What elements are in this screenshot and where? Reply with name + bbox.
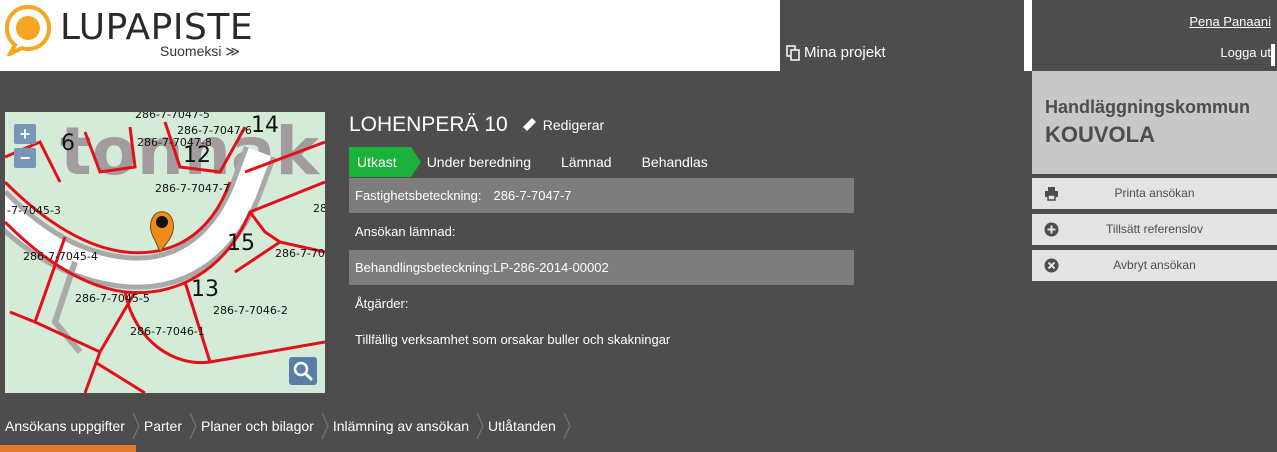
tab-statements[interactable]: Utlåtanden (483, 409, 571, 443)
chevron-right-icon (563, 412, 571, 440)
handling-id-value: LP-286-2014-00002 (493, 260, 609, 275)
svg-text:15: 15 (227, 231, 255, 256)
edit-label: Redigerar (542, 117, 605, 133)
header-projects: Mina projekt (780, 0, 1024, 71)
step-submitted: Lämnad (560, 154, 612, 170)
status-steps: Utkast Under beredning Lämnad Behandlas (349, 147, 722, 177)
municipality-name: KOUVOLA (1045, 122, 1155, 147)
action-description: Tillfällig verksamhet som orsakar buller… (355, 332, 671, 347)
svg-text:286-7-7046-2: 286-7-7046-2 (213, 304, 288, 317)
step-processing: Behandlas (641, 154, 708, 170)
header-logo-area: LUPAPISTE Suomeksi ≫ (0, 0, 780, 71)
tab-label: Utlåtanden (488, 418, 556, 434)
submitted-label: Ansökan lämnad: (355, 224, 456, 239)
step-in-preparation: Under beredning (426, 154, 531, 170)
svg-text:14: 14 (251, 113, 279, 138)
svg-text:286-7-704: 286-7-704 (275, 247, 325, 260)
application-title: LOHENPERÄ 10 (349, 113, 508, 136)
tab-parties[interactable]: Parter (139, 409, 197, 443)
printer-icon (1045, 187, 1058, 201)
svg-text:13: 13 (191, 277, 219, 302)
tab-submission[interactable]: Inlämning av ansökan (328, 409, 484, 443)
print-application-label: Printa ansökan (1114, 186, 1195, 200)
header-scrollbar[interactable] (1271, 44, 1275, 66)
actions-label: Åtgärder: (355, 296, 409, 311)
plus-circle-icon (1044, 222, 1059, 237)
property-map[interactable]: tonnak 6 12 14 15 13 286-7-7047-7 -7-704… (5, 112, 325, 393)
tab-label: Inlämning av ansökan (332, 418, 470, 434)
edit-title-link[interactable]: Redigerar (520, 116, 604, 134)
add-reference-button[interactable]: Tillsätt referenslov (1032, 214, 1277, 245)
my-projects-label: Mina projekt (804, 44, 886, 61)
application-tabs: Ansökans uppgifter Parter Planer och bil… (0, 409, 571, 443)
copy-icon (786, 44, 800, 61)
property-id-value: 286-7-7047-7 (493, 188, 572, 203)
logo-text[interactable]: LUPAPISTE (60, 7, 253, 48)
svg-text:286-7-7047-8: 286-7-7047-8 (137, 136, 212, 149)
tab-application-info[interactable]: Ansökans uppgifter (0, 409, 140, 443)
user-name-link[interactable]: Pena Panaani (1189, 14, 1271, 29)
logout-link[interactable]: Logga ut (1220, 45, 1271, 60)
authority-label: Handläggningskommun (1045, 97, 1251, 117)
tab-label: Parter (143, 418, 182, 434)
pencil-icon (521, 118, 536, 132)
print-application-button[interactable]: Printa ansökan (1032, 178, 1277, 209)
cancel-application-button[interactable]: Avbryt ansökan (1032, 250, 1277, 281)
step-draft: Utkast (349, 147, 421, 177)
property-id-row: Fastighetsbeteckning: 286-7-7047-7 (349, 178, 854, 213)
svg-text:286-7-7047-7: 286-7-7047-7 (155, 182, 230, 195)
tab-label: Ansökans uppgifter (5, 418, 125, 434)
svg-text:286-7-7045-4: 286-7-7045-4 (23, 250, 98, 263)
handling-id-label: Behandlingsbeteckning: (355, 260, 494, 275)
map-drawing: tonnak 6 12 14 15 13 286-7-7047-7 -7-704… (5, 112, 325, 393)
header-divider (1024, 0, 1032, 71)
action-description-row: Tillfällig verksamhet som orsakar buller… (349, 322, 854, 357)
search-icon (293, 361, 313, 381)
authority-panel: Handläggningskommun KOUVOLA (1032, 71, 1277, 174)
svg-text:-7-7045-3: -7-7045-3 (7, 204, 61, 217)
tab-label: Planer och bilagor (200, 418, 314, 434)
add-reference-label: Tillsätt referenslov (1106, 222, 1203, 236)
handling-id-row: Behandlingsbeteckning:LP-286-2014-00002 (349, 250, 854, 285)
svg-text:286-7-7047-5: 286-7-7047-5 (135, 112, 210, 121)
svg-text:286-7-7046-1: 286-7-7046-1 (130, 325, 205, 338)
close-circle-icon (1044, 258, 1059, 273)
language-switch[interactable]: Suomeksi ≫ (160, 43, 240, 60)
svg-text:6: 6 (61, 131, 75, 156)
application-title-row: LOHENPERÄ 10 Redigerar (349, 113, 604, 137)
svg-text:286: 286 (313, 202, 325, 215)
actions-row: Åtgärder: (349, 286, 854, 321)
cancel-application-label: Avbryt ansökan (1113, 258, 1196, 272)
submitted-row: Ansökan lämnad: (349, 214, 854, 249)
tab-plans-attachments[interactable]: Planer och bilagor (196, 409, 329, 443)
svg-text:286-7-7045-5: 286-7-7045-5 (75, 292, 150, 305)
my-projects-link[interactable]: Mina projekt (786, 44, 886, 61)
zoom-in-button[interactable]: + (14, 124, 36, 144)
map-search-button[interactable] (289, 357, 317, 385)
zoom-out-button[interactable]: − (14, 148, 36, 168)
lupapiste-logo-icon[interactable] (4, 4, 52, 56)
header-user: Pena Panaani Logga ut (1032, 0, 1277, 71)
property-id-label: Fastighetsbeteckning: (355, 188, 482, 203)
active-tab-indicator (0, 445, 136, 452)
